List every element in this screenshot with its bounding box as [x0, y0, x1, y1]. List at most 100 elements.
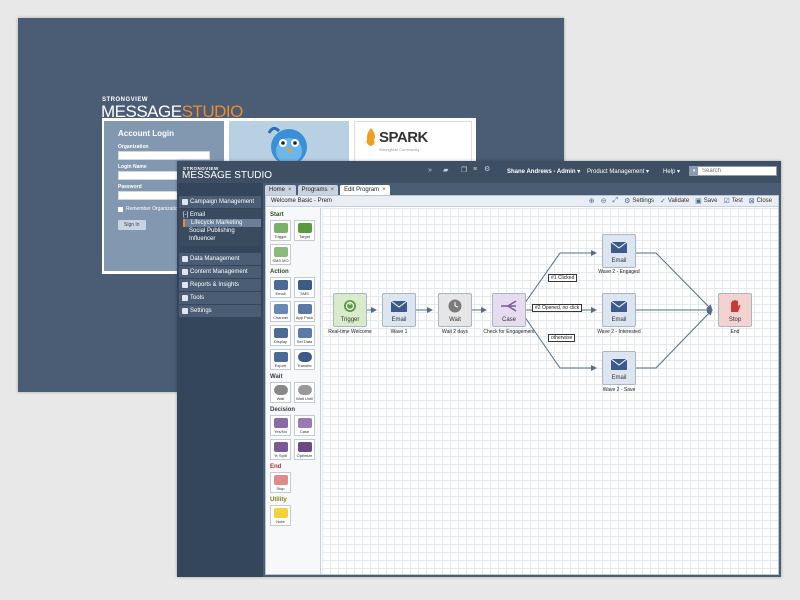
phone-icon: [298, 280, 312, 290]
envelope-icon: [610, 241, 628, 253]
spark-logo: SPARK: [365, 128, 428, 146]
palette-sms-mo[interactable]: SMS MO: [270, 244, 291, 265]
sidebar-item-settings[interactable]: Settings: [179, 305, 261, 317]
list-icon[interactable]: ≡: [473, 166, 477, 173]
sidebar-email-submenu: [-] Email Lifecycle Marketing Social Pub…: [179, 209, 261, 246]
flow-node-email-interested[interactable]: Email: [602, 293, 636, 327]
sidebar-item-social[interactable]: Social Publishing: [183, 227, 261, 235]
chat-icon[interactable]: ▰: [443, 166, 448, 174]
flow-connectors: [366, 250, 713, 371]
flow-node-email-wave1[interactable]: Email: [382, 293, 416, 327]
clock-question-icon: [298, 385, 312, 395]
flame-icon: [366, 128, 375, 146]
flow-node-email-save[interactable]: Email: [602, 351, 636, 385]
help-menu[interactable]: Help ▾: [663, 168, 680, 175]
palette-export[interactable]: Export: [270, 349, 291, 370]
palette-app-push[interactable]: App Push: [294, 301, 315, 322]
node-palette: Start Trigger Target SMS MO Action Email…: [266, 208, 321, 574]
tab-edit-program[interactable]: Edit Program ×: [340, 185, 390, 195]
flow-caption-email-interested: Wave 2 - Interested: [597, 329, 641, 335]
flow-node-email-engaged[interactable]: Email: [602, 234, 636, 268]
palette-set-data[interactable]: Set Data: [294, 325, 315, 346]
palette-display[interactable]: Display: [270, 325, 291, 346]
palette-wait[interactable]: Wait: [270, 382, 291, 403]
branch-label-clicked[interactable]: #1 Clicked: [548, 274, 578, 282]
flow-node-stop[interactable]: Stop: [718, 293, 752, 327]
close-button[interactable]: ⊠ Close: [749, 197, 772, 205]
sign-in-button[interactable]: Sign In: [118, 220, 146, 230]
palette-wait-until[interactable]: Wait Until: [294, 382, 315, 403]
palette-channel[interactable]: Channel: [270, 301, 291, 322]
zoom-out-icon[interactable]: ⊖: [601, 197, 607, 205]
palette-sms[interactable]: SMS: [294, 277, 315, 298]
remember-checkbox[interactable]: [118, 206, 123, 212]
save-button[interactable]: ▣ Save: [695, 197, 717, 205]
palette-case[interactable]: Case: [294, 415, 315, 436]
search-box[interactable]: ▾: [689, 166, 777, 176]
palette-optimize[interactable]: Optimize: [294, 439, 315, 460]
app-brand-main: MESSAGE STUDIO: [182, 170, 273, 181]
search-input[interactable]: [698, 168, 774, 174]
sidebar-item-tools[interactable]: Tools: [179, 292, 261, 304]
hand-stop-icon: [731, 300, 741, 312]
clock-icon: [448, 299, 462, 313]
flow-node-trigger[interactable]: Trigger: [333, 293, 367, 327]
product-management-menu[interactable]: Product Management ▾: [587, 168, 649, 175]
login-title: Account Login: [118, 129, 174, 138]
sidebar-item-content[interactable]: Content Management: [179, 266, 261, 278]
editor-toolbar: Welcome Basic - Prem ⊕ ⊖ ⤢ ⚙ Settings ✓ Va…: [266, 196, 778, 207]
push-icon: [298, 304, 312, 314]
top-bar: STRONGVIEW MESSAGE STUDIO » ▰ ❐ ≡ ⚙ Shan…: [177, 161, 781, 183]
close-icon[interactable]: ×: [331, 187, 335, 193]
sidebar-item-data[interactable]: Data Management: [179, 253, 261, 265]
expand-icon[interactable]: »: [428, 167, 432, 174]
flow-node-wait[interactable]: Wait: [438, 293, 472, 327]
palette-trigger[interactable]: Trigger: [270, 220, 291, 241]
windows-icon[interactable]: ❐: [461, 166, 467, 174]
palette-stop[interactable]: Stop: [270, 472, 291, 493]
close-icon[interactable]: ×: [288, 187, 292, 193]
palette-target[interactable]: Target: [294, 220, 315, 241]
user-menu[interactable]: Shane Andrews - Admin ▾: [507, 168, 580, 175]
sidebar-item-campaign[interactable]: Campaign Management: [179, 196, 261, 208]
sidebar-item-reports[interactable]: Reports & Insights: [179, 279, 261, 291]
branch-icon: [298, 418, 312, 428]
flow-node-case[interactable]: Case: [492, 293, 526, 327]
palette-yes-no[interactable]: Yes/No: [270, 415, 291, 436]
sidebar-item-influencer[interactable]: Influencer: [183, 235, 261, 243]
export-icon: [274, 352, 288, 362]
branch-label-opened[interactable]: #2 Opened, no click: [532, 304, 583, 312]
check-x-icon: [274, 418, 288, 428]
search-scope-icon[interactable]: ▾: [690, 167, 698, 175]
monitor-icon: [274, 328, 288, 338]
sidebar-email-header[interactable]: [-] Email: [183, 211, 261, 219]
palette-split[interactable]: % Split: [270, 439, 291, 460]
funnel-icon: [298, 223, 312, 233]
fit-icon[interactable]: ⤢: [612, 197, 618, 205]
pencil-icon: [298, 328, 312, 338]
envelope-icon: [390, 300, 408, 312]
tab-home[interactable]: Home ×: [265, 185, 296, 195]
flow-canvas[interactable]: Trigger Real-time Welcome Email Wave 1 W…: [322, 208, 778, 574]
gear-icon[interactable]: ⚙: [484, 165, 490, 173]
palette-transfer[interactable]: Transfer: [294, 349, 315, 370]
flow-caption-case: Check for Engagement: [483, 329, 535, 335]
settings-button[interactable]: ⚙ Settings: [624, 197, 654, 205]
tab-programs[interactable]: Programs ×: [297, 185, 339, 195]
branch-label-otherwise[interactable]: otherwise: [548, 334, 576, 342]
palette-utility-title: Utility: [270, 497, 287, 503]
arrow-right-icon: [298, 352, 312, 362]
channel-icon: [274, 304, 288, 314]
test-button[interactable]: ☑ Test: [723, 197, 742, 205]
flow-caption-email-save: Wave 2 - Save: [602, 387, 636, 393]
sidebar-item-lifecycle[interactable]: Lifecycle Marketing: [183, 219, 261, 227]
flow-caption-wait: Wait 2 days: [442, 329, 468, 335]
palette-email[interactable]: Email: [270, 277, 291, 298]
envelope-icon: [610, 300, 628, 312]
validate-button[interactable]: ✓ Validate: [660, 197, 689, 205]
zoom-in-icon[interactable]: ⊕: [589, 197, 595, 205]
flow-caption-email-wave1: Wave 1: [390, 329, 408, 335]
palette-note[interactable]: Note: [270, 505, 291, 526]
organization-input[interactable]: [118, 151, 210, 160]
close-icon[interactable]: ×: [382, 187, 386, 193]
